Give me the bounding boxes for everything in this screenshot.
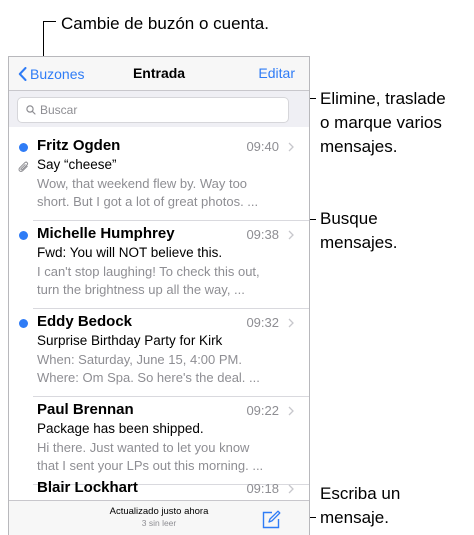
message-preview: When: Saturday, June 15, 4:00 PM. Where:… (37, 351, 287, 387)
message-subject: Surprise Birthday Party for Kirk (37, 333, 223, 348)
search-input[interactable]: Buscar (17, 97, 289, 123)
message-time: 09:38 (246, 227, 279, 242)
chevron-right-icon (288, 142, 294, 152)
chevron-right-icon (288, 318, 294, 328)
message-preview-line-2: Where: Om Spa. So here's the deal. ... (37, 370, 260, 385)
unread-dot-icon (19, 143, 28, 152)
unread-dot-icon (19, 319, 28, 328)
message-sender: Blair Lockhart (37, 479, 138, 496)
message-subject: Fwd: You will NOT believe this. (37, 245, 223, 260)
callout-edit-line-3: mensajes. (320, 137, 398, 156)
message-preview: Hi there. Just wanted to let you know th… (37, 439, 287, 475)
mail-screen: Buzones Entrada Editar Buscar Fritz Ogde… (8, 56, 310, 535)
callout-mailbox: Cambie de buzón o cuenta. (61, 14, 269, 33)
callout-compose-line-1: Escriba un (320, 484, 401, 503)
callout-edit-line-2: o marque varios (320, 113, 442, 132)
search-bar: Buscar (9, 91, 309, 127)
message-row[interactable]: Fritz Ogden 09:40 Say “cheese” Wow, that… (9, 133, 309, 221)
message-time: 09:18 (246, 481, 279, 496)
chevron-right-icon (288, 484, 294, 494)
callout-edit-line-1: Elimine, traslade (320, 89, 446, 108)
message-preview-line-2: short. But I got a lot of great photos. … (37, 194, 259, 209)
callout-compose-line-2: mensaje. (320, 508, 389, 527)
message-time: 09:40 (246, 139, 279, 154)
edit-button[interactable]: Editar (258, 65, 295, 81)
message-preview-line-2: turn the brightness up all the way, ... (37, 282, 245, 297)
message-row[interactable]: Eddy Bedock 09:32 Surprise Birthday Part… (9, 309, 309, 397)
message-preview-line-1: When: Saturday, June 15, 4:00 PM. (37, 352, 242, 367)
message-sender: Michelle Humphrey (37, 225, 175, 242)
message-sender: Paul Brennan (37, 401, 134, 418)
paperclip-icon (18, 161, 29, 172)
message-preview-line-1: Hi there. Just wanted to let you know (37, 440, 250, 455)
message-preview-line-1: I can't stop laughing! To check this out… (37, 264, 260, 279)
callout-search-line-2: mensajes. (320, 233, 398, 252)
search-placeholder: Buscar (40, 103, 78, 117)
chevron-right-icon (288, 406, 294, 416)
compose-icon[interactable] (261, 510, 281, 530)
callout-search-line-1: Busque (320, 209, 378, 228)
message-row[interactable]: Michelle Humphrey 09:38 Fwd: You will NO… (9, 221, 309, 309)
bottom-toolbar: Actualizado justo ahora 3 sin leer (9, 500, 309, 535)
navigation-bar: Buzones Entrada Editar (9, 57, 309, 91)
message-time: 09:22 (246, 403, 279, 418)
message-preview: Wow, that weekend flew by. Way too short… (37, 175, 287, 211)
message-preview-line-1: Wow, that weekend flew by. Way too (37, 176, 248, 191)
message-preview: I can't stop laughing! To check this out… (37, 263, 287, 299)
unread-dot-icon (19, 231, 28, 240)
chevron-right-icon (288, 230, 294, 240)
message-time: 09:32 (246, 315, 279, 330)
message-preview-line-2: that I sent your LPs out this morning. .… (37, 458, 264, 473)
search-icon (26, 105, 36, 115)
message-sender: Eddy Bedock (37, 313, 133, 330)
message-row[interactable]: Paul Brennan 09:22 Package has been ship… (9, 397, 309, 485)
message-subject: Package has been shipped. (37, 421, 204, 436)
message-subject: Say “cheese” (37, 157, 117, 172)
message-sender: Fritz Ogden (37, 137, 121, 154)
leader-line-mailbox-h (43, 21, 56, 22)
